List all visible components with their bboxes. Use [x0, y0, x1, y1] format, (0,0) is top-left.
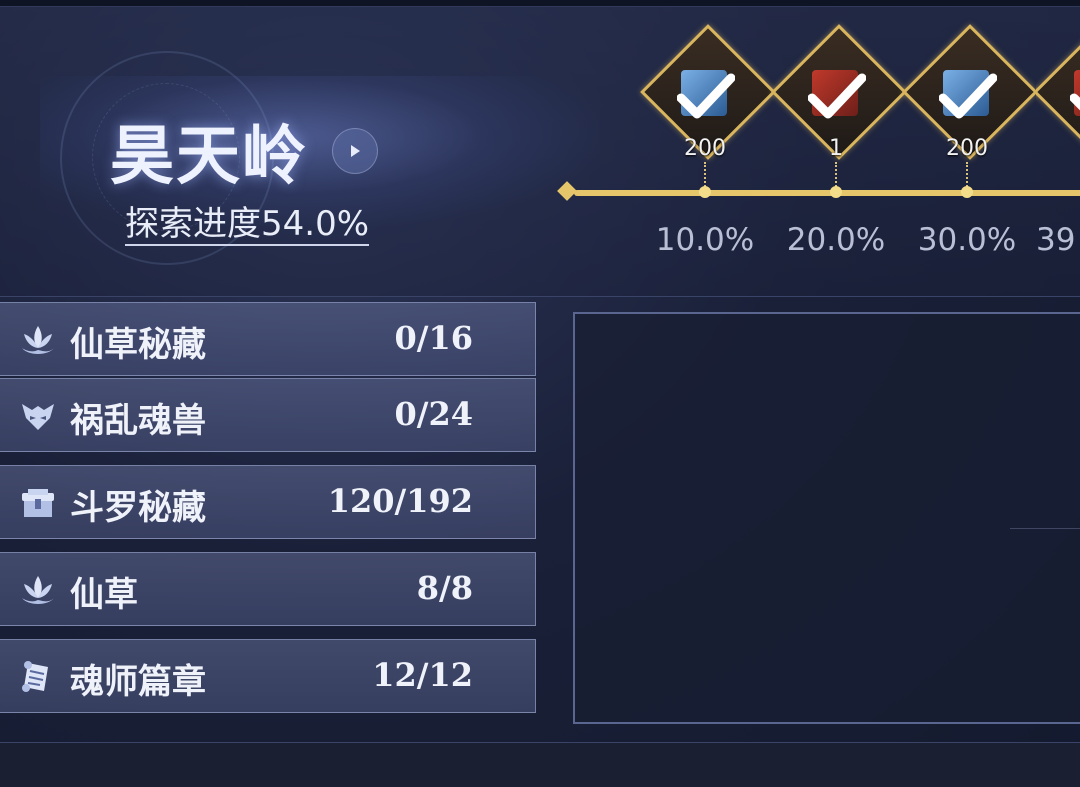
region-detail-button[interactable]: [332, 128, 378, 174]
map-guide-line: [1010, 528, 1080, 529]
milestone-reward[interactable]: 1 20.0%: [771, 24, 907, 276]
category-row[interactable]: 仙草秘藏 0/16: [0, 302, 536, 376]
category-row[interactable]: 斗罗秘藏 120/192: [0, 465, 536, 539]
category-row[interactable]: 仙草 8/8: [0, 552, 536, 626]
category-count: 8/8: [416, 569, 473, 607]
reward-count: 1: [829, 136, 843, 161]
play-arrow-icon: [351, 145, 360, 157]
category-row[interactable]: 魂师篇章 12/12: [0, 639, 536, 713]
scroll-icon: [22, 661, 48, 692]
milestone-dot: [961, 186, 973, 198]
treasure-chest-icon: [22, 489, 54, 517]
category-count: 0/16: [394, 319, 473, 357]
milestone-reward[interactable]: 200 10.0%: [640, 24, 776, 276]
milestone-dot: [699, 186, 711, 198]
milestone-reward[interactable]: 39: [1036, 36, 1080, 276]
milestone-percent: 30.0%: [917, 222, 1017, 258]
category-label: 祸乱魂兽: [70, 401, 206, 441]
claimed-check-icon: [677, 73, 735, 119]
milestone-reward[interactable]: 200 30.0%: [902, 24, 1038, 276]
lotus-icon: [22, 326, 54, 354]
milestone-percent: 39: [1036, 222, 1076, 258]
beast-mask-icon: [22, 404, 54, 430]
lotus-icon: [22, 576, 54, 604]
category-row[interactable]: 祸乱魂兽 0/24: [0, 378, 536, 452]
claimed-check-icon: [808, 73, 866, 119]
milestone-dot: [830, 186, 842, 198]
reward-count: 200: [946, 136, 988, 161]
region-title: 昊天岭: [110, 119, 308, 194]
category-count: 12/12: [372, 656, 473, 694]
claimed-check-icon: [939, 73, 997, 119]
category-count: 120/192: [327, 482, 473, 520]
category-label: 斗罗秘藏: [70, 488, 206, 528]
region-map-panel[interactable]: [573, 312, 1080, 724]
category-label: 仙草秘藏: [70, 325, 206, 365]
reward-count: 200: [684, 136, 726, 161]
exploration-progress-link[interactable]: 探索进度54.0%: [125, 204, 370, 246]
category-count: 0/24: [394, 395, 473, 433]
category-label: 仙草: [70, 575, 138, 615]
bottom-frame: [0, 742, 1080, 787]
claimed-check-icon: [1070, 93, 1080, 111]
category-label: 魂师篇章: [70, 662, 206, 702]
